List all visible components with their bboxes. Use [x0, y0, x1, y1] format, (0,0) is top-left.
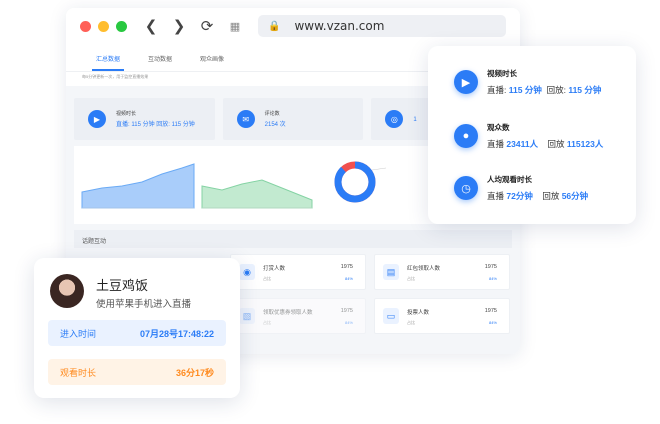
reload-icon[interactable]: ⟳ [196, 15, 218, 37]
interaction-sub: 占比 [263, 276, 271, 281]
summary-viewers: ● 观众数 直播 23411人 回放 115123人 [454, 122, 603, 150]
interaction-label: 红包领取人数 [407, 266, 441, 272]
summary-video-duration: ▶ 视频时长 直播: 115 分钟 回放: 115 分钟 [454, 68, 601, 96]
summary-line: 直播 72分钟 回放 56分钟 [487, 190, 588, 202]
summary-title: 视频时长 [487, 69, 517, 78]
live-label: 直播 [487, 139, 505, 149]
donut-leader [371, 167, 387, 171]
summary-title: 观众数 [487, 123, 510, 132]
live-label: 直播: [487, 85, 507, 95]
maximize-window-button[interactable] [116, 20, 127, 32]
stat-card-comments: ✉ 评论数 2154 次 [222, 98, 364, 140]
coupon-icon: ▧ [239, 308, 255, 324]
interaction-pct: 84% [344, 276, 353, 281]
section-title: 话题互动 [74, 230, 512, 248]
enter-time-label: 进入时间 [60, 328, 97, 339]
interaction-pct: 84% [488, 320, 497, 325]
stat-card-video: ▶ 视频时长 直播: 115 分钟 回放: 115 分钟 [74, 98, 215, 140]
vote-icon: ▭ [383, 308, 399, 324]
watch-duration-label: 观看时长 [60, 367, 97, 378]
user-card: 土豆鸡饭 使用苹果手机进入直播 进入时间 07月28号17:48:22 观看时长… [34, 258, 240, 398]
stat-value: 1 [413, 117, 417, 123]
interaction-value: 1975 [340, 308, 353, 314]
replay-label: 回放 [542, 191, 560, 201]
back-icon[interactable]: ❮ [140, 15, 162, 37]
replay-value: 115 分钟 [568, 85, 602, 95]
interaction-card: ◉ 打赏人数 占比 1975 84% [230, 254, 366, 290]
interaction-card: ▤ 红包领取人数 占比 1975 84% [374, 254, 510, 290]
video-icon: ▶ [88, 110, 106, 128]
users-icon: ● [454, 124, 478, 148]
interaction-sub: 占比 [407, 276, 415, 281]
live-value: 23411人 [506, 139, 539, 149]
lock-icon: 🔒 [268, 20, 281, 32]
summary-card: ▶ 视频时长 直播: 115 分钟 回放: 115 分钟 ● 观众数 直播 23… [428, 46, 636, 224]
stat-title: 视频时长 [116, 111, 137, 117]
url-text: www.vzan.com [294, 19, 385, 33]
replay-value: 56分钟 [561, 191, 589, 201]
enter-time-value: 07月28号17:48:22 [139, 328, 214, 339]
summary-title: 人均观看时长 [487, 175, 532, 184]
avatar [50, 274, 84, 308]
live-label: 直播 [487, 191, 505, 201]
gift-icon: ◉ [239, 264, 255, 280]
tab-audience[interactable]: 观众画像 [186, 54, 238, 71]
interaction-value: 1975 [340, 264, 353, 270]
summary-line: 直播 23411人 回放 115123人 [487, 138, 603, 150]
replay-label: 回放 [547, 139, 565, 149]
stat-value: 直播: 115 分钟 回放: 115 分钟 [116, 122, 195, 128]
donut-chart [334, 161, 376, 203]
live-value: 115 分钟 [508, 85, 542, 95]
tab-summary[interactable]: 汇总数据 [82, 54, 134, 71]
comment-icon: ✉ [236, 110, 255, 128]
interaction-sub: 占比 [263, 320, 271, 325]
interaction-value: 1975 [484, 308, 497, 314]
replay-label: 回放: [546, 85, 566, 95]
interaction-pct: 84% [344, 320, 353, 325]
forward-icon[interactable]: ❯ [168, 15, 190, 37]
watch-duration-value: 36分17秒 [175, 367, 214, 378]
interaction-label: 领取优惠券领取人数 [263, 310, 313, 316]
browser-titlebar: ❮ ❯ ⟳ ▦ 🔒 www.vzan.com [66, 8, 520, 44]
watch-duration-row: 观看时长 36分17秒 [48, 359, 226, 385]
area-chart-green [201, 179, 313, 209]
stat-value: 2154 次 [264, 122, 286, 128]
summary-avg-watch: ◷ 人均观看时长 直播 72分钟 回放 56分钟 [454, 174, 588, 202]
address-bar[interactable]: 🔒 www.vzan.com [258, 15, 506, 37]
red-packet-icon: ▤ [383, 264, 399, 280]
apps-icon[interactable]: ▦ [224, 15, 246, 37]
interaction-label: 打赏人数 [263, 266, 286, 272]
target-icon: ◎ [385, 110, 404, 128]
user-device: 使用苹果手机进入直播 [96, 299, 192, 310]
close-window-button[interactable] [80, 20, 91, 32]
clock-icon: ◷ [454, 176, 478, 200]
interaction-card: ▭ 投票人数 占比 1975 84% [374, 298, 510, 334]
summary-line: 直播: 115 分钟 回放: 115 分钟 [487, 84, 601, 96]
stage: ❮ ❯ ⟳ ▦ 🔒 www.vzan.com 汇总数据 互动数据 观众画像 每5… [0, 0, 660, 424]
area-chart-blue [81, 163, 195, 209]
interaction-value: 1975 [484, 264, 497, 270]
tab-interaction[interactable]: 互动数据 [134, 54, 186, 71]
replay-value: 115123人 [566, 139, 604, 149]
video-icon: ▶ [454, 70, 478, 94]
stat-title: 评论数 [264, 111, 280, 117]
live-value: 72分钟 [506, 191, 533, 201]
interaction-sub: 占比 [407, 320, 415, 325]
interaction-card: ▧ 领取优惠券领取人数 占比 1975 84% [230, 298, 366, 334]
user-name: 土豆鸡饭 [96, 278, 149, 293]
enter-time-row: 进入时间 07月28号17:48:22 [48, 320, 226, 346]
interaction-label: 投票人数 [407, 310, 430, 316]
minimize-window-button[interactable] [98, 20, 109, 32]
interaction-pct: 84% [488, 276, 497, 281]
